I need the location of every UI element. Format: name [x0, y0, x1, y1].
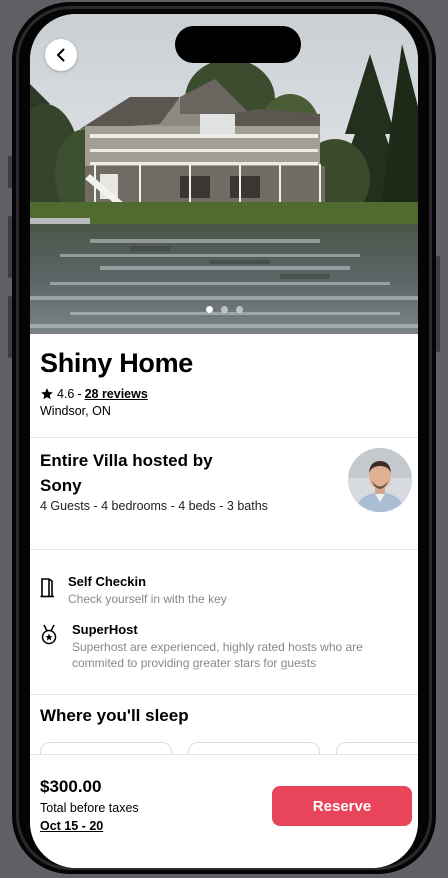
host-title: Entire Villa hosted by Sony — [40, 451, 213, 495]
host-avatar[interactable] — [348, 448, 412, 512]
carousel-dot[interactable] — [235, 306, 243, 313]
divider — [30, 549, 418, 550]
feature-description: Superhost are experienced, highly rated … — [72, 640, 363, 670]
sleep-heading: Where you'll sleep — [40, 706, 189, 725]
reservation-footer: $300.00 Total before taxes Oct 15 - 20 R… — [30, 754, 418, 868]
rating-value: 4.6 — [57, 387, 75, 401]
feature-description: Check yourself in with the key — [68, 592, 227, 606]
rating-row: 4.6 - 28 reviews — [40, 387, 148, 401]
feature-title: SuperHost — [72, 622, 138, 637]
feature-self-checkin: Self Checkin Check yourself in with the … — [40, 574, 410, 606]
feature-superhost: SuperHost Superhost are experienced, hig… — [40, 622, 410, 674]
divider — [30, 437, 418, 438]
divider — [30, 694, 418, 695]
listing-title: Shiny Home — [40, 348, 194, 378]
price: $300.00 — [40, 777, 102, 796]
price-note: Total before taxes — [40, 801, 139, 815]
back-button[interactable] — [45, 39, 77, 71]
listing-location: Windsor, ON — [40, 404, 111, 418]
rating-separator: - — [77, 387, 82, 401]
carousel-dot[interactable] — [205, 306, 213, 313]
power-button — [436, 256, 440, 352]
dynamic-island — [175, 26, 301, 63]
star-icon — [41, 388, 53, 400]
phone-frame: Shiny Home 4.6 - 28 reviews Windsor, ON … — [12, 2, 436, 874]
carousel-dots — [30, 306, 418, 313]
dates-link[interactable]: Oct 15 - 20 — [40, 819, 103, 833]
medal-icon — [41, 624, 57, 645]
door-icon — [40, 578, 54, 598]
reviews-link[interactable]: 28 reviews — [85, 387, 148, 401]
host-photo — [348, 448, 412, 512]
host-details: 4 Guests - 4 bedrooms - 4 beds - 3 baths — [40, 499, 268, 513]
carousel-dot[interactable] — [220, 306, 228, 313]
app-screen: Shiny Home 4.6 - 28 reviews Windsor, ON … — [30, 14, 418, 868]
feature-title: Self Checkin — [68, 574, 147, 589]
reserve-button[interactable]: Reserve — [272, 786, 412, 826]
chevron-left-icon — [57, 48, 65, 62]
